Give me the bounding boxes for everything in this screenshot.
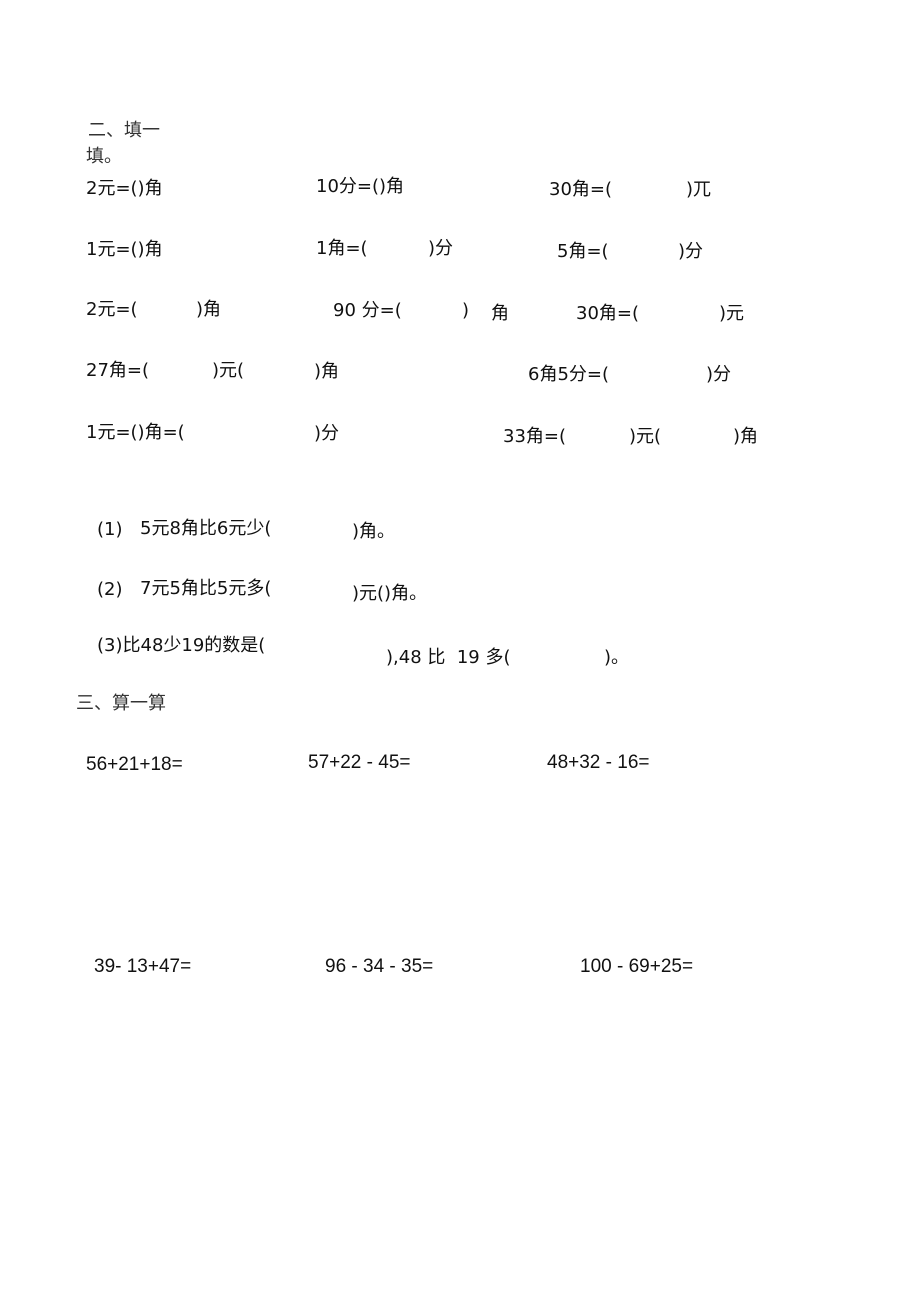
fill-item-unit: 角: [491, 303, 509, 324]
fill-item-unit: )兀: [686, 179, 712, 200]
section-heading-calculate: 三、算一算: [76, 693, 166, 714]
question-text-end: )角。: [352, 521, 396, 542]
fill-item-unit: )元(: [629, 426, 662, 447]
calc-problem: 57+22 - 45=: [308, 752, 411, 773]
fill-item-unit: )分: [678, 241, 704, 262]
question-text-end: )元()角。: [352, 583, 428, 604]
fill-item-unit: )角: [314, 361, 340, 382]
fill-item: 2元=()角: [86, 178, 163, 199]
calc-problem: 100 - 69+25=: [580, 956, 694, 977]
fill-item-unit: )元: [719, 303, 745, 324]
fill-item: 1元=()角: [86, 239, 163, 260]
calc-problem: 96 - 34 - 35=: [325, 956, 434, 977]
question-text: 7元5角比5元多(: [140, 578, 272, 599]
fill-item-unit: )分: [314, 423, 340, 444]
fill-item: 27角=(: [86, 360, 150, 381]
fill-item: 33角=(: [503, 426, 567, 447]
question-text-mid: ),48 比 19 多(: [386, 647, 511, 668]
question-text: (3)比48少19的数是(: [97, 635, 266, 656]
fill-item-unit: )元(: [212, 360, 245, 381]
fill-item: 30角=(: [549, 179, 613, 200]
fill-item: 30角=(: [576, 303, 640, 324]
question-text: 5元8角比6元少(: [140, 518, 272, 539]
calc-problem: 48+32 - 16=: [547, 752, 650, 773]
section-heading-fill-in: 二、填一: [88, 120, 160, 141]
question-number: (2): [97, 579, 123, 600]
fill-item: 1角=(: [316, 238, 368, 259]
fill-item: 6角5分=(: [528, 364, 610, 385]
fill-item-unit: )角: [196, 299, 222, 320]
calc-problem: 56+21+18=: [86, 754, 183, 775]
fill-item: 10分=()角: [316, 176, 405, 197]
fill-item: 1元=()角=(: [86, 422, 185, 443]
question-number: (1): [97, 519, 123, 540]
fill-item-unit: )角: [733, 426, 759, 447]
fill-item-unit: )分: [428, 238, 454, 259]
fill-item: 90 分=(: [333, 300, 402, 321]
fill-item: 2元=(: [86, 299, 138, 320]
question-text-end: )。: [604, 647, 630, 668]
fill-item-unit: )分: [706, 364, 732, 385]
fill-item-unit: ): [462, 300, 470, 321]
fill-item: 5角=(: [557, 241, 609, 262]
calc-problem: 39- 13+47=: [94, 956, 192, 977]
section-heading-fill-in-cont: 填。: [86, 146, 122, 167]
